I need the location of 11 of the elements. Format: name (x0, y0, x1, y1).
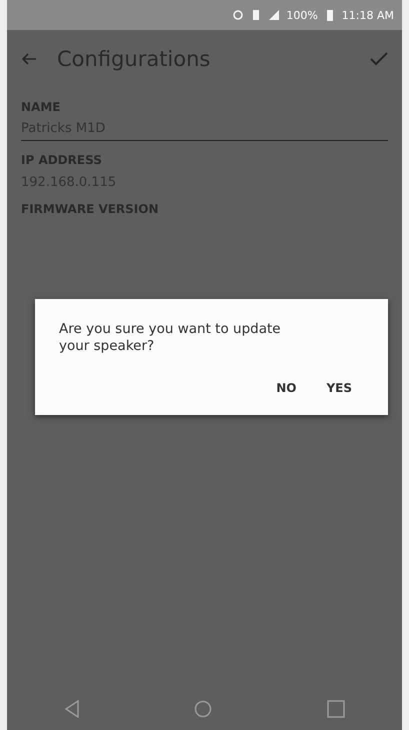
check-icon[interactable] (370, 52, 388, 66)
dialog-button[interactable]: NO (264, 372, 308, 403)
dialog-message: Are you sure you want to update your speaker? (59, 321, 282, 355)
dialog-button[interactable]: YES (314, 372, 364, 403)
recents-square-icon[interactable] (326, 700, 345, 718)
signal-icon (268, 9, 280, 21)
battery-percent: 100% (286, 8, 318, 22)
back-arrow-icon[interactable] (21, 52, 37, 66)
back-triangle-icon[interactable] (64, 700, 80, 718)
home-circle-icon[interactable] (194, 700, 212, 718)
clock-time: 11:18 AM (342, 8, 394, 22)
